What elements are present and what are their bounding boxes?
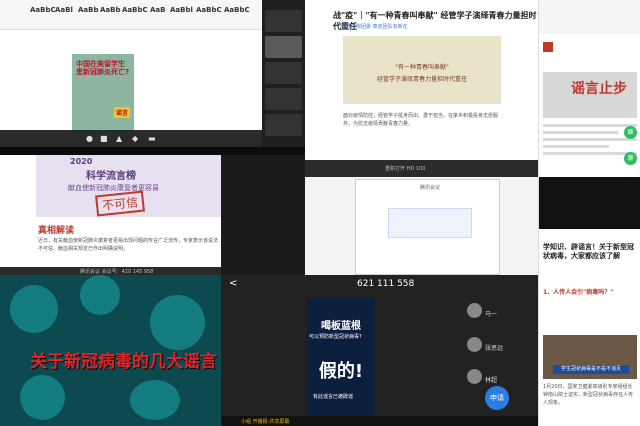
player-status-bar: 重新打开 HD 100 [305, 160, 538, 177]
participant-name: 张思远 [485, 345, 504, 352]
participant-tile[interactable] [265, 114, 302, 136]
news-lines [543, 124, 637, 174]
participant-tile[interactable] [265, 88, 302, 110]
article-banner: "有一种青春叫奉献" 经管学子演绎青春力量担时代重任 [343, 36, 501, 104]
shared-message-card[interactable] [388, 208, 472, 238]
virus-shape [10, 285, 58, 333]
article-headline: 学知识、辟谣言！关于新型冠状病毒，大家都应该了解 [543, 243, 634, 260]
status-text: 重新打开 HD 100 [385, 166, 426, 172]
participant-column [262, 0, 305, 147]
participant-tile[interactable] [265, 10, 302, 32]
banner-line: 经管学子演绎青春力量担时代重任 [376, 76, 467, 83]
chat-window-pane: 腾讯会议 [305, 177, 538, 275]
participant-tile[interactable] [265, 62, 302, 84]
video-band: 学生冠状病毒是不是不消灭 [553, 365, 629, 374]
participant-name: 马一 [485, 311, 498, 318]
video-caption: 关于新冠病毒的几大谣言 [30, 352, 217, 372]
shared-slide: 喝板蓝根 可以预防新型冠状病毒? 假的! 有此谣言已被辟谣 [307, 297, 375, 418]
style-button[interactable]: AaBb [78, 6, 99, 14]
camera-icon[interactable]: ■ [100, 134, 108, 143]
article-video[interactable]: 学生冠状病毒是不是不消灭 [543, 335, 637, 379]
meeting-footer: 小组 开播报-共享屏幕 [221, 416, 538, 426]
chat-window: 腾讯会议 [355, 179, 500, 275]
article-text: 1月20日，国家卫健委高级别专家组组长钟南山院士证实，新型冠状病毒存在人传人现象… [543, 384, 634, 406]
slide-subtitle: 献血使新冠肺炎康复者更容易 [68, 184, 159, 192]
virus-shape [80, 275, 120, 315]
truth-body: 近日，有关献血使新冠肺炎康复者更易出现问题的传言广泛流传，专家表示该说法不可信，… [38, 238, 219, 252]
phone-top-bar [539, 0, 640, 34]
windows-taskbar [0, 147, 305, 155]
meeting-number: 621 111 558 [357, 279, 415, 289]
avatar[interactable] [467, 369, 482, 384]
article-meta[interactable]: 经管学院团委 泰迪团队有新在 [341, 23, 408, 30]
members-icon[interactable]: ◆ [132, 134, 138, 143]
article-pane: 战"疫"｜"有一种青春叫奉献" 经管学子演绎青春力量担时代重任 经管学院团委 泰… [305, 0, 538, 177]
meeting-phone-pane: < 621 111 558 喝板蓝根 可以预防新型冠状病毒? 假的! 有此谣言已… [221, 275, 538, 426]
science-rumor-pane: 2020 科学流言榜 献血使新冠肺炎康复者更容易 不可信 真相解读 近日，有关献… [0, 155, 221, 275]
virus-shape [20, 375, 65, 420]
article-phone-pane: 学知识、辟谣言！关于新型冠状病毒，大家都应该了解 1、人传人会引"病毒吗？" 学… [538, 177, 640, 426]
poster-title: 中国在美留学生患新冠肺炎死亡? [76, 60, 130, 76]
style-button[interactable]: AaBb [100, 6, 121, 14]
slide-year: 2020 [70, 157, 93, 166]
virus-video-pane: 关于新冠病毒的几大谣言 [0, 275, 221, 426]
virus-shape [130, 380, 180, 420]
back-icon[interactable]: < [229, 278, 237, 289]
mic-icon[interactable]: ● [86, 134, 93, 143]
article-question: 1、人传人会引"病毒吗？" [543, 289, 614, 296]
chat-button[interactable]: 聊 [624, 152, 637, 165]
style-button[interactable]: AaBbC [122, 6, 148, 14]
news-big-text: 谣言止步 [571, 81, 627, 97]
participant-tile[interactable] [265, 36, 302, 58]
chat-icon[interactable]: ▬ [148, 134, 156, 143]
slide-big-text: 假的! [318, 361, 364, 382]
style-button[interactable]: AaB [150, 6, 165, 14]
rumor-poster: 中国在美留学生患新冠肺炎死亡? 谣言 [72, 54, 134, 130]
word-ribbon: AaBbC AaBl AaBb AaBb AaBbC AaB AaBbl AaB… [0, 0, 262, 30]
meeting-id: 腾讯会议 会议号：420 145 958 [80, 269, 154, 275]
participant-name: 林超 [485, 377, 498, 384]
word-meeting-pane: AaBbC AaBl AaBb AaBb AaBbC AaB AaBbl AaB… [0, 0, 305, 155]
avatar[interactable] [467, 303, 482, 318]
style-button[interactable]: AaBbC [224, 6, 250, 14]
slide-title: 科学流言榜 [86, 171, 136, 182]
news-image: 谣言止步 [543, 72, 637, 118]
style-button[interactable]: AaBbl [170, 6, 193, 14]
slide-foot: 有此谣言已被辟谣 [313, 394, 354, 400]
news-logo [543, 42, 553, 52]
window-title: 腾讯会议 [420, 185, 441, 191]
meeting-toolbar: ● ■ ▲ ◆ ▬ [0, 130, 262, 147]
virus-shape [150, 295, 205, 350]
article-paragraph: 面对疫情防控，经管学子挺身而出、勇于担当，在家乡积极投身志愿服务，为抗击疫情贡献… [343, 113, 499, 127]
share-icon[interactable]: ▲ [116, 134, 122, 143]
footer-text: 小组 开播报-共享屏幕 [241, 419, 290, 425]
style-button[interactable]: AaBl [55, 6, 73, 14]
truth-heading: 真相解读 [38, 226, 75, 236]
chat-button[interactable]: 聊 [624, 126, 637, 139]
avatar[interactable] [467, 337, 482, 352]
style-button[interactable]: AaBbC [196, 6, 222, 14]
meeting-status-bar: 腾讯会议 会议号：420 145 958 [0, 267, 221, 275]
apply-button[interactable]: 申请 [485, 386, 509, 410]
poster-stamp: 谣言 [113, 107, 130, 118]
news-phone-pane: 谣言止步 聊 聊 [538, 0, 640, 177]
article-top-image [539, 177, 640, 229]
style-button[interactable]: AaBbC [30, 6, 56, 14]
banner-line: "有一种青春叫奉献" [395, 64, 449, 71]
slide-title: 喝板蓝根 [321, 321, 361, 332]
slide-subtitle: 可以预防新型冠状病毒? [309, 334, 362, 340]
